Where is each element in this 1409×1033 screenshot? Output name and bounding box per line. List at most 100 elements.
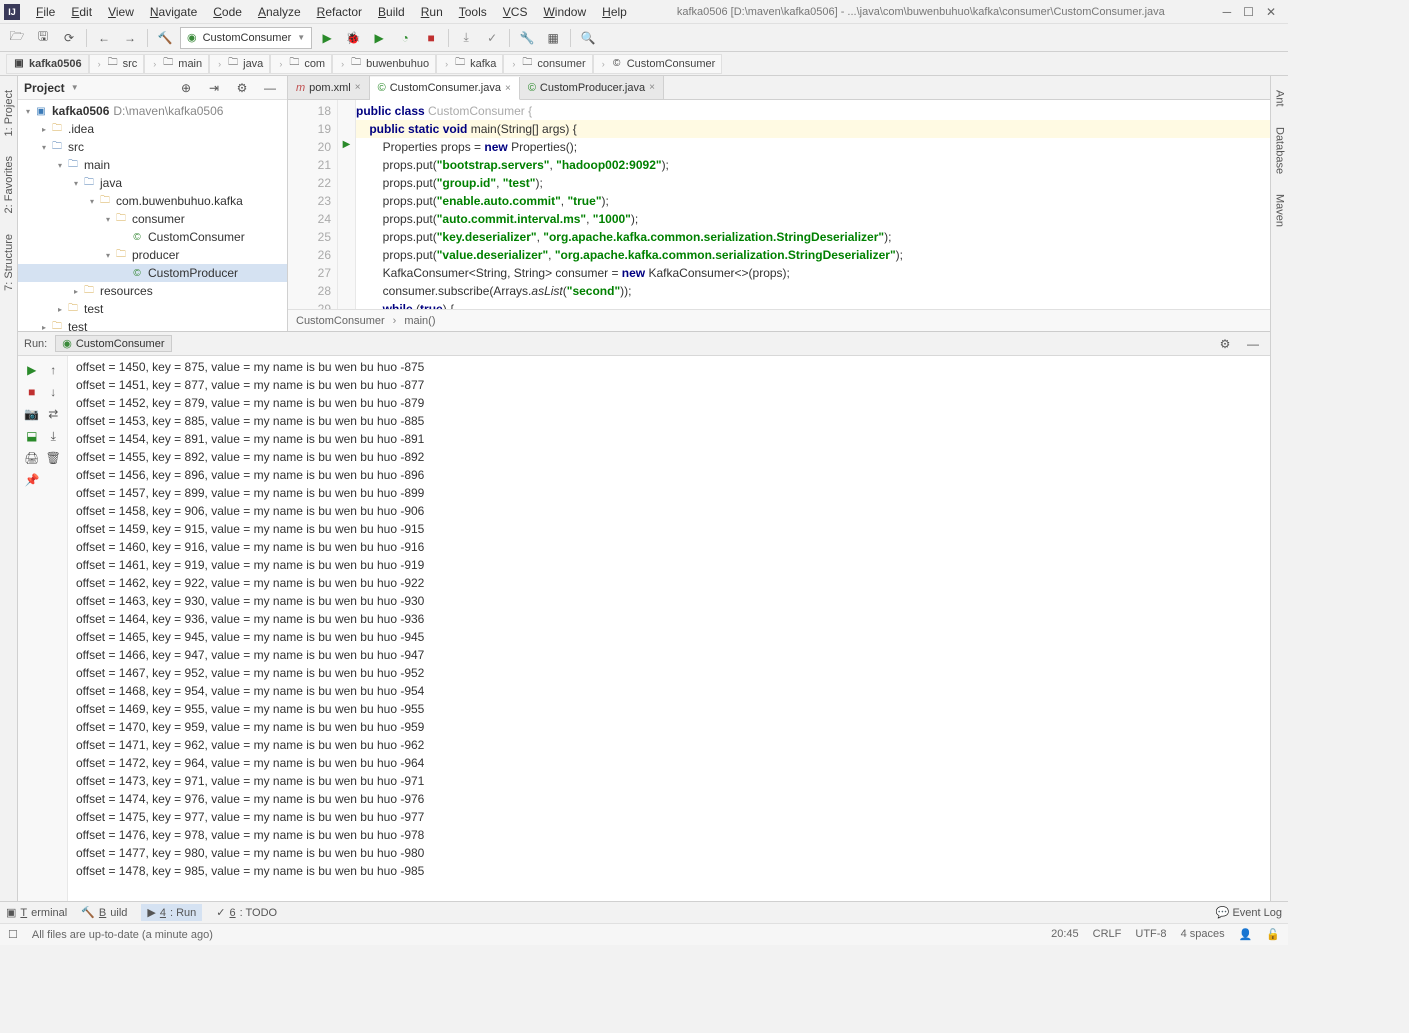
event-log[interactable]: 💬 Event Log [1216, 906, 1282, 919]
minimize-icon[interactable]: ─ [1223, 5, 1232, 19]
tree-item[interactable]: ▾🗀com.buwenbuhuo.kafka [18, 192, 287, 210]
collapse-icon[interactable]: ⇥ [203, 77, 225, 99]
scroll-icon[interactable]: ⤓ [44, 426, 64, 446]
tree-item[interactable]: ©CustomProducer [18, 264, 287, 282]
tree-item[interactable]: ▾🗀main [18, 156, 287, 174]
forward-icon[interactable]: → [119, 27, 141, 49]
run-tab[interactable]: ◉ CustomConsumer [55, 335, 171, 352]
menu-analyze[interactable]: Analyze [250, 3, 309, 21]
tree-item[interactable]: ▾🗀java [18, 174, 287, 192]
bottom-tab[interactable]: ▣ Terminal [6, 906, 67, 919]
breadcrumb-item[interactable]: ›🗀buwenbuhuo [332, 54, 436, 74]
down-icon[interactable]: ↓ [44, 382, 64, 402]
commit-icon[interactable]: ✓ [481, 27, 503, 49]
side-tab[interactable]: 2: Favorites [1, 150, 17, 219]
layout-icon[interactable]: ⬓ [22, 426, 42, 446]
menu-refactor[interactable]: Refactor [309, 3, 370, 21]
save-icon[interactable]: 🖫 [32, 27, 54, 49]
search-icon[interactable]: 🔍 [577, 27, 599, 49]
menu-file[interactable]: File [28, 3, 63, 21]
tree-item[interactable]: ▾🗀src [18, 138, 287, 156]
menu-run[interactable]: Run [413, 3, 451, 21]
close-icon[interactable]: ✕ [1266, 5, 1276, 19]
encoding[interactable]: UTF-8 [1135, 928, 1166, 941]
close-tab-icon[interactable]: × [649, 82, 655, 93]
settings-icon[interactable]: 🔧 [516, 27, 538, 49]
menu-vcs[interactable]: VCS [495, 3, 536, 21]
refresh-icon[interactable]: ⟳ [58, 27, 80, 49]
back-icon[interactable]: ← [93, 27, 115, 49]
side-tab[interactable]: 1: Project [1, 84, 17, 142]
open-icon[interactable]: 🗁 [6, 27, 28, 49]
tree-item[interactable]: ▸🗀resources [18, 282, 287, 300]
menu-view[interactable]: View [100, 3, 142, 21]
camera-icon[interactable]: 📷 [22, 404, 42, 424]
hide-icon[interactable]: — [259, 77, 281, 99]
tree-item[interactable]: ▸🗀test [18, 318, 287, 331]
editor-tab[interactable]: © CustomProducer.java × [520, 76, 664, 99]
tree-item[interactable]: ▸🗀.idea [18, 120, 287, 138]
bottom-tab[interactable]: 🔨 Build [81, 906, 127, 919]
tree-item[interactable]: ©CustomConsumer [18, 228, 287, 246]
print-icon[interactable]: 🖨 [22, 448, 42, 468]
cursor-pos[interactable]: 20:45 [1051, 928, 1079, 941]
menu-code[interactable]: Code [205, 3, 250, 21]
close-tab-icon[interactable]: × [505, 83, 511, 94]
menu-build[interactable]: Build [370, 3, 413, 21]
stop-icon[interactable]: ■ [420, 27, 442, 49]
run-settings-icon[interactable]: ⚙ [1214, 333, 1236, 355]
clear-icon[interactable]: 🗑 [44, 448, 64, 468]
side-tab[interactable]: Maven [1272, 188, 1288, 233]
menu-help[interactable]: Help [594, 3, 635, 21]
status-bar: ☐ All files are up-to-date (a minute ago… [0, 923, 1288, 945]
dropdown-icon[interactable]: ▼ [71, 83, 79, 92]
side-tab[interactable]: Database [1272, 121, 1288, 180]
breadcrumb-item[interactable]: ›🗀src [89, 54, 145, 74]
editor-tab[interactable]: © CustomConsumer.java × [370, 77, 520, 100]
line-separator[interactable]: CRLF [1093, 928, 1122, 941]
menu-window[interactable]: Window [535, 3, 594, 21]
breadcrumb-item[interactable]: ›🗀com [270, 54, 332, 74]
update-icon[interactable]: ⤓ [455, 27, 477, 49]
lock-icon[interactable]: 🔓 [1266, 928, 1280, 941]
stop-run-icon[interactable]: ■ [22, 382, 42, 402]
tree-root[interactable]: ▾▣kafka0506 D:\maven\kafka0506 [18, 102, 287, 120]
coverage-icon[interactable]: ▶ [368, 27, 390, 49]
menu-edit[interactable]: Edit [63, 3, 100, 21]
bottom-tab[interactable]: ✓ 6: TODO [216, 906, 277, 919]
breadcrumb-item[interactable]: ›©CustomConsumer [593, 54, 723, 74]
gear-icon[interactable]: ⚙ [231, 77, 253, 99]
pin-icon[interactable]: 📌 [22, 470, 42, 490]
debug-icon[interactable]: 🐞 [342, 27, 364, 49]
maximize-icon[interactable]: ☐ [1243, 5, 1254, 19]
tree-item[interactable]: ▸🗀test [18, 300, 287, 318]
up-icon[interactable]: ↑ [44, 360, 64, 380]
bottom-tab[interactable]: ▶ 4: Run [141, 904, 202, 921]
breadcrumb-item[interactable]: ›🗀kafka [436, 54, 503, 74]
profile-icon[interactable]: ◔ [394, 27, 416, 49]
build-icon[interactable]: 🔨 [154, 27, 176, 49]
side-tab[interactable]: Ant [1272, 84, 1288, 113]
breadcrumb-item[interactable]: ›🗀main [144, 54, 209, 74]
project-structure-icon[interactable]: ▦ [542, 27, 564, 49]
breadcrumb-item[interactable]: ▣kafka0506 [6, 54, 89, 74]
side-tab[interactable]: 7: Structure [1, 228, 17, 297]
tree-item[interactable]: ▾🗀producer [18, 246, 287, 264]
locate-icon[interactable]: ⊕ [175, 77, 197, 99]
inspect-icon[interactable]: 👤 [1239, 928, 1253, 941]
rerun-icon[interactable]: ▶ [22, 360, 42, 380]
breadcrumb-item[interactable]: ›🗀consumer [503, 54, 592, 74]
tree-item[interactable]: ▾🗀consumer [18, 210, 287, 228]
wrap-icon[interactable]: ⇄ [44, 404, 64, 424]
menu-navigate[interactable]: Navigate [142, 3, 205, 21]
code-area[interactable]: 18192021222324252627282930 ▶ public clas… [288, 100, 1270, 309]
close-tab-icon[interactable]: × [355, 82, 361, 93]
editor-tab[interactable]: m pom.xml × [288, 76, 370, 99]
run-hide-icon[interactable]: — [1242, 333, 1264, 355]
menu-tools[interactable]: Tools [451, 3, 495, 21]
breadcrumb-item[interactable]: ›🗀java [209, 54, 270, 74]
run-icon[interactable]: ▶ [316, 27, 338, 49]
console-output[interactable]: offset = 1450, key = 875, value = my nam… [68, 356, 1270, 901]
indent[interactable]: 4 spaces [1181, 928, 1225, 941]
run-config-selector[interactable]: ◉ CustomConsumer ▼ [180, 27, 312, 49]
